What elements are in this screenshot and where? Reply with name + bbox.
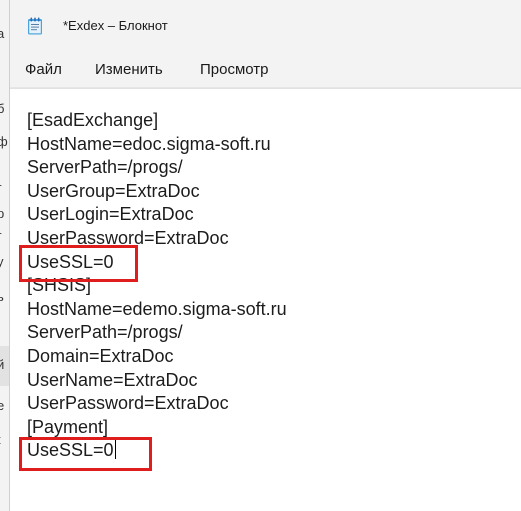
editor-line: ServerPath=/progs/: [27, 157, 183, 178]
editor-line: [Payment]: [27, 416, 109, 437]
editor-line-text: UseSSL=0: [27, 440, 114, 461]
title-bar[interactable]: *Exdex – Блокнот: [10, 0, 521, 50]
notepad-window: *Exdex – Блокнот Файл Изменить Просмотр …: [9, 0, 521, 511]
editor-line: UserLogin=ExtraDoc: [27, 204, 194, 225]
editor-line-with-caret: UseSSL=0: [27, 439, 287, 463]
background-text-fragment: a: [0, 26, 5, 41]
menu-edit[interactable]: Изменить: [91, 59, 167, 80]
editor-line: [SHSIS]: [27, 275, 92, 296]
editor-line: UseSSL=0: [27, 251, 114, 272]
editor-line: HostName=edoc.sigma-soft.ru: [27, 133, 271, 154]
background-text-fragment: р: [0, 206, 5, 221]
menu-bar: Файл Изменить Просмотр: [10, 50, 521, 88]
background-text-fragment: г: [0, 229, 2, 243]
editor-line: [EsadExchange]: [27, 110, 159, 130]
background-text-fragment: б: [0, 101, 5, 116]
background-text-fragment: у: [0, 254, 4, 269]
window-title: *Exdex – Блокнот: [63, 18, 168, 33]
screen: a б ф г р г у ь й e t *Exdex – Блокнот: [0, 0, 521, 511]
background-text-fragment: й: [0, 357, 5, 372]
background-text-fragment: г: [0, 181, 2, 195]
notepad-icon: [28, 17, 42, 35]
editor-line: HostName=edemo.sigma-soft.ru: [27, 298, 287, 319]
text-editor[interactable]: [EsadExchange] HostName=edoc.sigma-soft.…: [10, 88, 521, 511]
editor-line: UserName=ExtraDoc: [27, 369, 198, 390]
editor-line: UserPassword=ExtraDoc: [27, 393, 229, 414]
background-text-fragment: e: [0, 398, 5, 413]
editor-line: UserPassword=ExtraDoc: [27, 227, 229, 248]
background-text-fragment: ь: [0, 289, 4, 304]
editor-line: ServerPath=/progs/: [27, 322, 183, 343]
editor-line: UserGroup=ExtraDoc: [27, 180, 200, 201]
editor-line: Domain=ExtraDoc: [27, 345, 174, 366]
menu-view[interactable]: Просмотр: [196, 59, 273, 80]
editor-lines: [EsadExchange] HostName=edoc.sigma-soft.…: [27, 109, 287, 463]
menu-file[interactable]: Файл: [21, 59, 66, 80]
background-text-fragment: t: [0, 433, 1, 447]
text-caret: [114, 440, 116, 460]
background-text-fragment: ф: [0, 134, 8, 149]
